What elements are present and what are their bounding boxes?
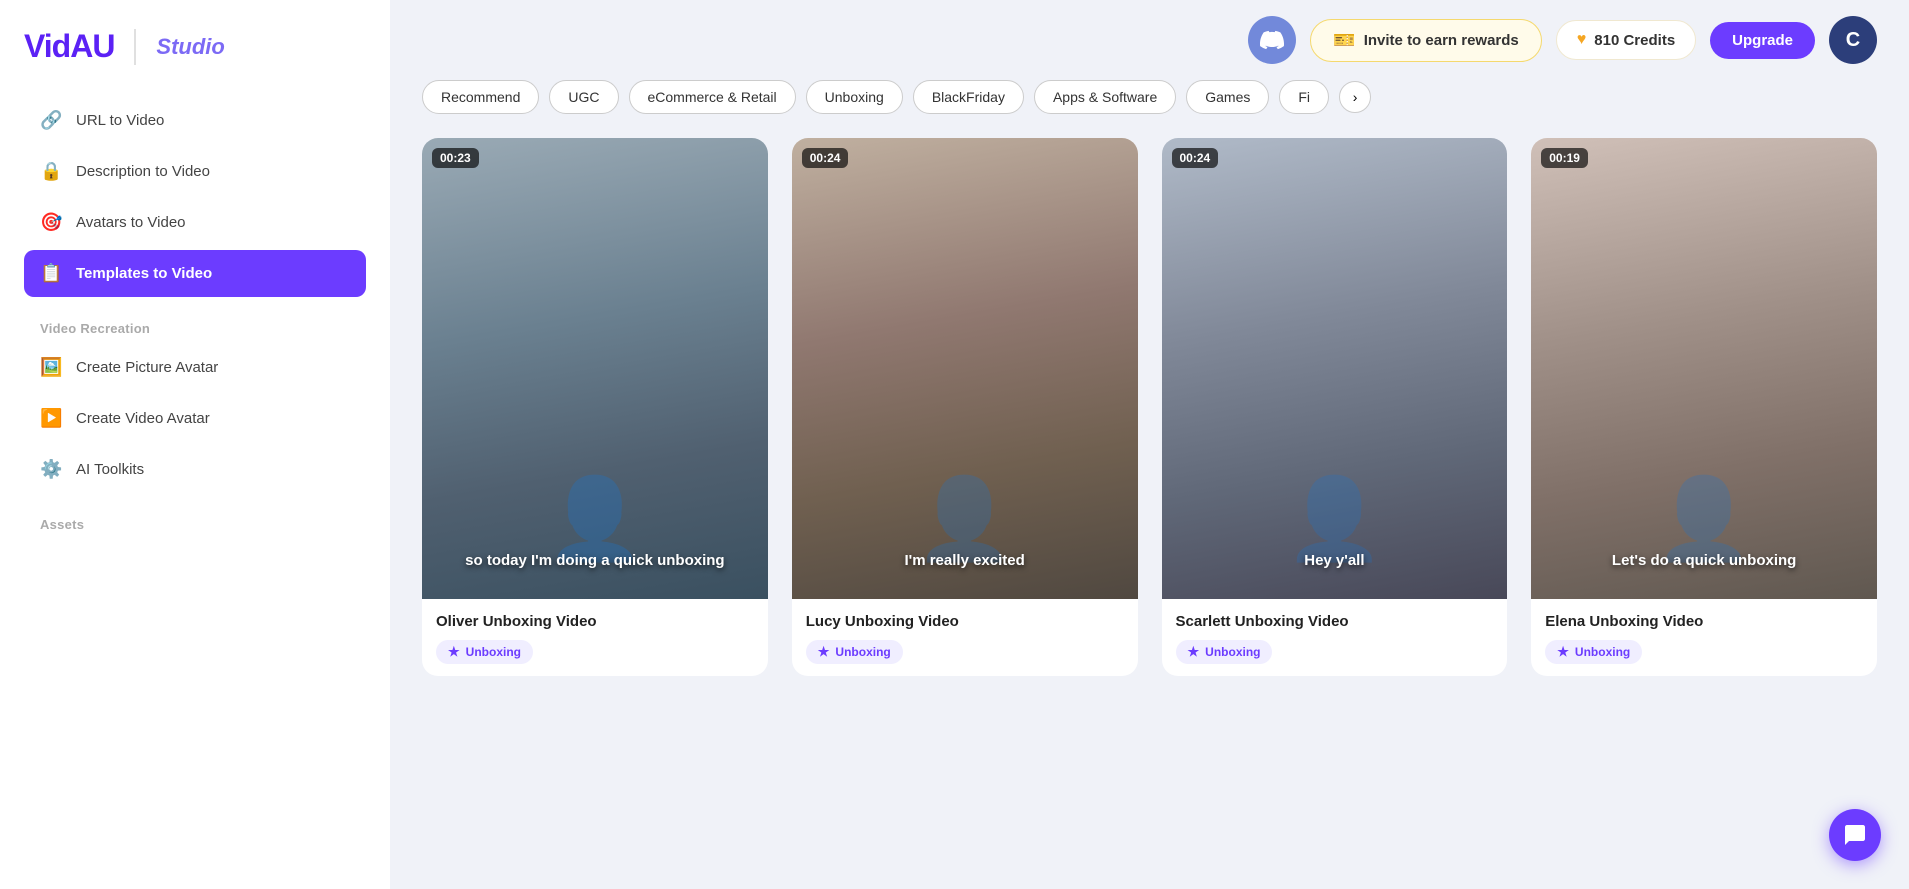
video-card-lucy[interactable]: 👤 00:24 I'm really excited Lucy Unboxing… — [792, 138, 1138, 676]
picture-icon: 🖼️ — [40, 357, 62, 378]
tag-star-icon-lucy: ★ — [818, 644, 830, 660]
video-grid: 👤 00:23 so today I'm doing a quick unbox… — [422, 138, 1877, 676]
logo-area: VidAU Studio — [24, 28, 366, 65]
nav-templates-to-video[interactable]: 📋 Templates to Video — [24, 250, 366, 297]
header: 🎫 Invite to earn rewards ♥ 810 Credits U… — [390, 0, 1909, 80]
video-icon: ▶️ — [40, 408, 62, 429]
logo-studio: Studio — [156, 34, 224, 60]
filter-tab-games[interactable]: Games — [1186, 80, 1269, 114]
filter-tab-recommend[interactable]: Recommend — [422, 80, 539, 114]
video-info-lucy: Lucy Unboxing Video ★ Unboxing — [792, 599, 1138, 676]
nav-create-picture-avatar[interactable]: 🖼️ Create Picture Avatar — [24, 344, 366, 391]
assets-section-label: Assets — [40, 517, 366, 532]
video-recreation-section-label: Video Recreation — [40, 321, 366, 336]
filter-tab-fi[interactable]: Fi — [1279, 80, 1329, 114]
video-duration-scarlett: 00:24 — [1172, 148, 1219, 168]
credits-value: 810 Credits — [1594, 32, 1675, 49]
video-tag-oliver: ★ Unboxing — [436, 640, 533, 664]
nav-avatars-to-video-label: Avatars to Video — [76, 214, 186, 231]
upgrade-button[interactable]: Upgrade — [1710, 22, 1815, 59]
video-info-oliver: Oliver Unboxing Video ★ Unboxing — [422, 599, 768, 676]
video-title-lucy: Lucy Unboxing Video — [806, 613, 1124, 630]
video-tag-lucy: ★ Unboxing — [806, 640, 903, 664]
video-title-scarlett: Scarlett Unboxing Video — [1176, 613, 1494, 630]
video-thumb-lucy: 👤 00:24 I'm really excited — [792, 138, 1138, 599]
heart-icon: ♥ — [1577, 31, 1587, 49]
nav-create-video-avatar[interactable]: ▶️ Create Video Avatar — [24, 395, 366, 442]
video-caption-lucy: I'm really excited — [792, 552, 1138, 569]
nav-url-to-video[interactable]: 🔗 URL to Video — [24, 97, 366, 144]
filter-tab-ugc[interactable]: UGC — [549, 80, 618, 114]
tag-label-lucy: Unboxing — [835, 645, 890, 659]
nav-create-video-avatar-label: Create Video Avatar — [76, 410, 210, 427]
tag-star-icon-scarlett: ★ — [1188, 644, 1200, 660]
logo-divider — [134, 29, 136, 65]
user-avatar[interactable]: C — [1829, 16, 1877, 64]
chat-icon — [1843, 823, 1867, 847]
filter-next-button[interactable]: › — [1339, 81, 1371, 113]
video-card-oliver[interactable]: 👤 00:23 so today I'm doing a quick unbox… — [422, 138, 768, 676]
tag-label-scarlett: Unboxing — [1205, 645, 1260, 659]
filter-tabs: Recommend UGC eCommerce & Retail Unboxin… — [422, 80, 1877, 114]
video-title-oliver: Oliver Unboxing Video — [436, 613, 754, 630]
video-recreation-nav: 🖼️ Create Picture Avatar ▶️ Create Video… — [24, 344, 366, 497]
video-tag-scarlett: ★ Unboxing — [1176, 640, 1273, 664]
video-duration-lucy: 00:24 — [802, 148, 849, 168]
filter-tab-blackfriday[interactable]: BlackFriday — [913, 80, 1024, 114]
nav-avatars-to-video[interactable]: 🎯 Avatars to Video — [24, 199, 366, 246]
template-icon: 📋 — [40, 263, 62, 284]
nav-url-to-video-label: URL to Video — [76, 112, 164, 129]
nav-ai-toolkits-label: AI Toolkits — [76, 461, 144, 478]
nav-create-picture-avatar-label: Create Picture Avatar — [76, 359, 218, 376]
discord-icon — [1260, 28, 1284, 52]
discord-button[interactable] — [1248, 16, 1296, 64]
video-duration-elena: 00:19 — [1541, 148, 1588, 168]
main-nav: 🔗 URL to Video 🔒 Description to Video 🎯 … — [24, 97, 366, 301]
video-card-elena[interactable]: 👤 00:19 Let's do a quick unboxing Elena … — [1531, 138, 1877, 676]
filter-tab-ecommerce[interactable]: eCommerce & Retail — [629, 80, 796, 114]
tag-star-icon: ★ — [448, 644, 460, 660]
video-caption-elena: Let's do a quick unboxing — [1531, 552, 1877, 569]
filter-tab-apps-software[interactable]: Apps & Software — [1034, 80, 1176, 114]
tag-label-elena: Unboxing — [1575, 645, 1630, 659]
video-caption-scarlett: Hey y'all — [1162, 552, 1508, 569]
filter-tab-unboxing[interactable]: Unboxing — [806, 80, 903, 114]
video-card-scarlett[interactable]: 👤 00:24 Hey y'all Scarlett Unboxing Vide… — [1162, 138, 1508, 676]
credits-display: ♥ 810 Credits — [1556, 20, 1696, 60]
logo-brand: VidAU — [24, 28, 114, 65]
lock-icon: 🔒 — [40, 161, 62, 182]
user-initial: C — [1846, 29, 1860, 52]
video-tag-elena: ★ Unboxing — [1545, 640, 1642, 664]
video-info-scarlett: Scarlett Unboxing Video ★ Unboxing — [1162, 599, 1508, 676]
video-thumb-elena: 👤 00:19 Let's do a quick unboxing — [1531, 138, 1877, 599]
video-thumb-scarlett: 👤 00:24 Hey y'all — [1162, 138, 1508, 599]
video-thumb-oliver: 👤 00:23 so today I'm doing a quick unbox… — [422, 138, 768, 599]
video-info-elena: Elena Unboxing Video ★ Unboxing — [1531, 599, 1877, 676]
sidebar: VidAU Studio 🔗 URL to Video 🔒 Descriptio… — [0, 0, 390, 889]
nav-ai-toolkits[interactable]: ⚙️ AI Toolkits — [24, 446, 366, 493]
chat-support-button[interactable] — [1829, 809, 1881, 861]
invite-button[interactable]: 🎫 Invite to earn rewards — [1310, 19, 1541, 62]
invite-icon: 🎫 — [1333, 30, 1355, 51]
avatar-icon: 🎯 — [40, 212, 62, 233]
tag-label-oliver: Unboxing — [466, 645, 521, 659]
content-area: Recommend UGC eCommerce & Retail Unboxin… — [390, 80, 1909, 889]
nav-description-to-video[interactable]: 🔒 Description to Video — [24, 148, 366, 195]
main-area: 🎫 Invite to earn rewards ♥ 810 Credits U… — [390, 0, 1909, 889]
invite-label: Invite to earn rewards — [1364, 32, 1519, 49]
video-caption-oliver: so today I'm doing a quick unboxing — [422, 552, 768, 569]
nav-description-to-video-label: Description to Video — [76, 163, 210, 180]
link-icon: 🔗 — [40, 110, 62, 131]
tag-star-icon-elena: ★ — [1557, 644, 1569, 660]
video-title-elena: Elena Unboxing Video — [1545, 613, 1863, 630]
video-duration-oliver: 00:23 — [432, 148, 479, 168]
nav-templates-to-video-label: Templates to Video — [76, 265, 212, 282]
toolkits-icon: ⚙️ — [40, 459, 62, 480]
